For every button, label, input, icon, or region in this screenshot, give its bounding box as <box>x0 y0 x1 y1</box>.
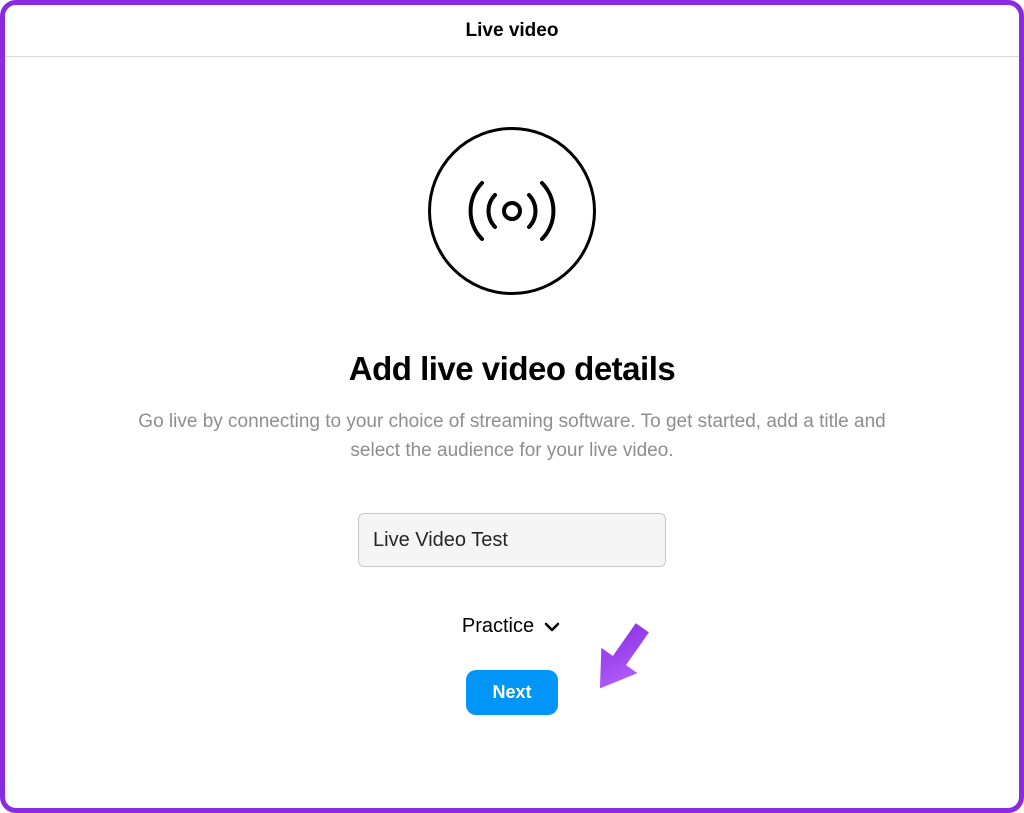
live-broadcast-icon <box>428 127 596 295</box>
next-button-wrap: Next <box>466 670 557 715</box>
annotation-arrow-icon <box>574 604 674 704</box>
audience-selector[interactable]: Practice <box>462 615 562 638</box>
modal-content: Add live video details Go live by connec… <box>5 57 1019 715</box>
broadcast-waves-icon <box>457 170 567 252</box>
live-title-input[interactable] <box>358 513 666 567</box>
page-description: Go live by connecting to your choice of … <box>122 408 902 465</box>
chevron-down-icon <box>542 617 562 637</box>
modal-title: Live video <box>466 20 559 42</box>
modal-header: Live video <box>5 5 1019 57</box>
audience-label: Practice <box>462 615 534 638</box>
page-heading: Add live video details <box>349 350 675 388</box>
next-button[interactable]: Next <box>466 670 557 715</box>
modal-frame: Live video Add live video details Go liv… <box>0 0 1024 813</box>
